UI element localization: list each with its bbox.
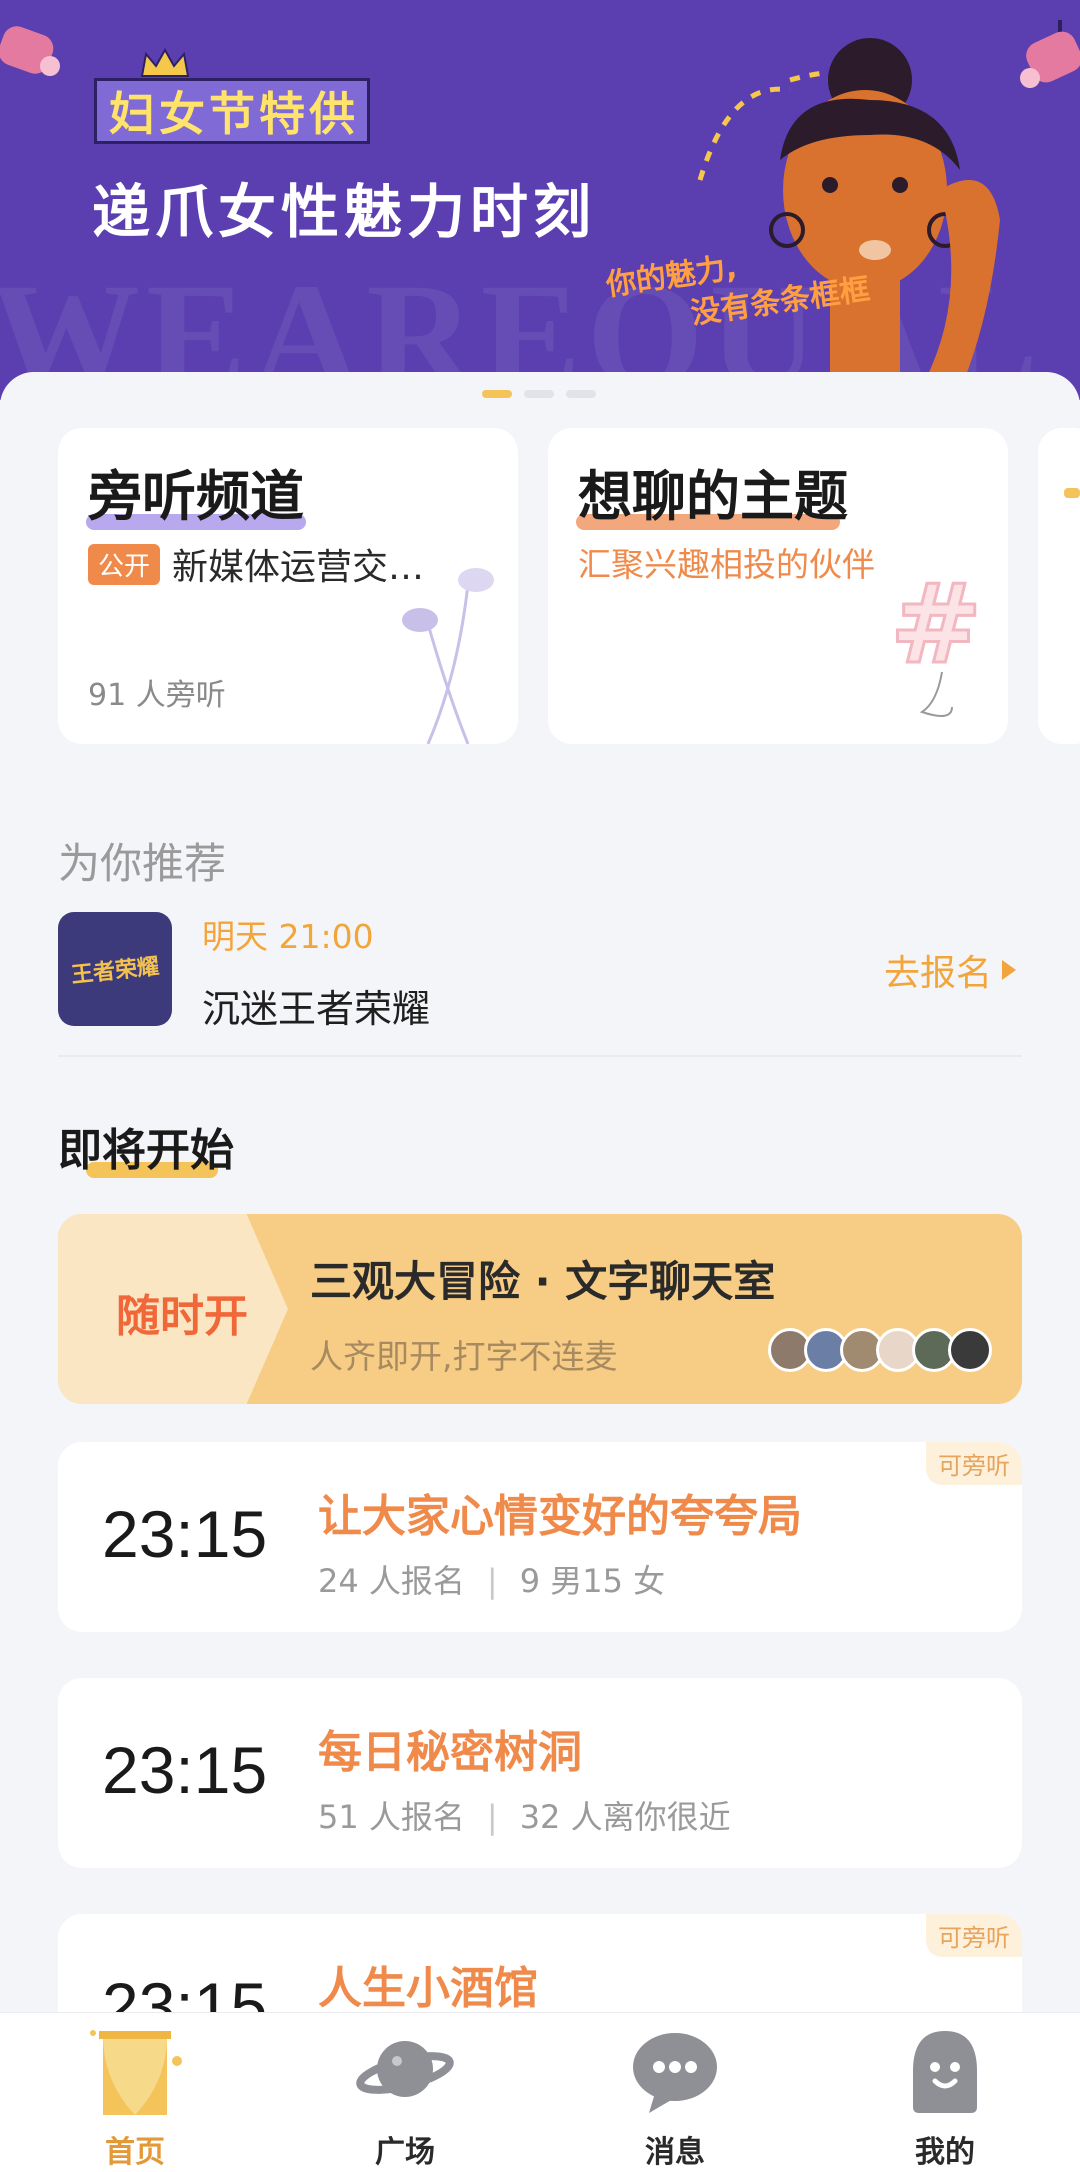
channel-subtitle: 汇聚兴趣相投的伙伴	[578, 545, 875, 584]
avatar-stack	[768, 1328, 992, 1372]
session-time: 23:15	[102, 1733, 268, 1807]
session-name: 人生小酒馆	[318, 1963, 538, 2014]
play-arrow-icon	[1002, 960, 1016, 980]
recommend-section-title: 为你推荐	[58, 839, 227, 888]
title-highlight	[1064, 488, 1080, 498]
banner-tag-char: 妇	[109, 87, 155, 141]
meta-separator: |	[486, 1562, 498, 1600]
listen-badge: 可旁听	[926, 1914, 1022, 1957]
signup-label: 去报名	[883, 953, 992, 994]
message-icon	[633, 2033, 717, 2113]
bottom-tab-bar: 首页 广场 消息 我的	[0, 2012, 1080, 2172]
channel-card-topics[interactable]: 想聊的主题 汇聚兴趣相投的伙伴 #	[548, 428, 1008, 744]
session-meta: 51 人报名 | 32 人离你很近	[318, 1792, 731, 1838]
pager-dot	[524, 390, 554, 398]
tab-label: 消息	[645, 2135, 705, 2170]
tab-profile[interactable]: 我的	[810, 2013, 1080, 2172]
svg-text:#: #	[890, 562, 982, 688]
signup-count: 51 人报名	[318, 1798, 465, 1836]
channel-card-partial[interactable]	[1038, 428, 1080, 744]
recommend-name: 沉迷王者荣耀	[202, 987, 431, 1031]
signup-count: 24 人报名	[318, 1562, 465, 1600]
banner-tag: 妇 女 节 特 供	[94, 78, 370, 144]
upcoming-section-title: 即将开始	[58, 1125, 234, 1176]
planet-icon	[356, 2041, 454, 2097]
spotlight-icon	[0, 26, 60, 76]
signup-button[interactable]: 去报名	[884, 944, 1016, 996]
banner-tag-char: 女	[159, 87, 205, 141]
tab-square[interactable]: 广场	[270, 2013, 540, 2172]
gender-split: 9 男15 女	[519, 1562, 666, 1600]
tab-home[interactable]: 首页	[0, 2013, 270, 2172]
anytime-label-panel: 随时开	[58, 1214, 288, 1404]
channel-card-listen[interactable]: 旁听频道 公开 新媒体运营交… 91 人旁听	[58, 428, 518, 744]
public-badge: 公开	[88, 543, 161, 585]
banner-tag-char: 供	[309, 87, 355, 141]
woman-illustration	[697, 38, 1020, 390]
recommend-time: 明天 21:00	[202, 917, 374, 956]
pager-dot	[566, 390, 596, 398]
channel-subtitle: 公开 新媒体运营交…	[88, 538, 424, 590]
anytime-room-card[interactable]: 随时开 三观大冒险 · 文字聊天室 人齐即开,打字不连麦	[58, 1214, 1022, 1404]
banner-tag-char: 特	[259, 87, 305, 141]
session-card[interactable]: 可旁听 23:15 让大家心情变好的夸夸局 24 人报名 | 9 男15 女	[58, 1442, 1022, 1632]
banner-tag-char: 节	[209, 87, 255, 141]
session-name: 让大家心情变好的夸夸局	[318, 1491, 802, 1542]
hashtag-balloon-icon: #	[889, 562, 984, 717]
avatar	[948, 1328, 992, 1372]
session-card[interactable]: 23:15 每日秘密树洞 51 人报名 | 32 人离你很近	[58, 1678, 1022, 1868]
profile-icon	[913, 2031, 977, 2113]
session-time: 23:15	[102, 1497, 268, 1571]
banner-headline: 递爪女性魅力时刻	[92, 178, 597, 246]
room-title: 三观大冒险 · 文字聊天室	[310, 1257, 776, 1306]
channel-title: 旁听频道	[88, 465, 304, 528]
promo-banner[interactable]: WEAREQUAL 妇 女 节 特 供 递爪女性魅力时刻 你的魅力, 没有条条框…	[0, 0, 1080, 400]
session-name: 每日秘密树洞	[318, 1727, 582, 1778]
listener-count: 91 人旁听	[88, 678, 226, 713]
divider	[58, 1055, 1022, 1057]
tab-label: 首页	[105, 2135, 165, 2170]
tab-label: 我的	[915, 2135, 975, 2170]
game-cover[interactable]: 王者荣耀	[58, 912, 172, 1026]
earphones-icon	[402, 568, 494, 744]
crown-icon	[140, 48, 190, 77]
meta-separator: |	[486, 1798, 498, 1836]
pager-dot	[482, 390, 512, 398]
banner-pager	[482, 390, 596, 398]
channel-title: 想聊的主题	[578, 465, 848, 528]
game-cover-logo: 王者荣耀	[70, 954, 161, 989]
listen-badge: 可旁听	[926, 1442, 1022, 1485]
session-meta: 24 人报名 | 9 男15 女	[318, 1556, 665, 1602]
home-icon	[90, 2030, 182, 2115]
channel-room-name: 新媒体运营交…	[172, 547, 425, 588]
tab-messages[interactable]: 消息	[540, 2013, 810, 2172]
room-description: 人齐即开,打字不连麦	[310, 1337, 618, 1376]
nearby-count: 32 人离你很近	[519, 1798, 731, 1836]
tab-label: 广场	[375, 2135, 435, 2170]
anytime-label: 随时开	[116, 1291, 248, 1342]
